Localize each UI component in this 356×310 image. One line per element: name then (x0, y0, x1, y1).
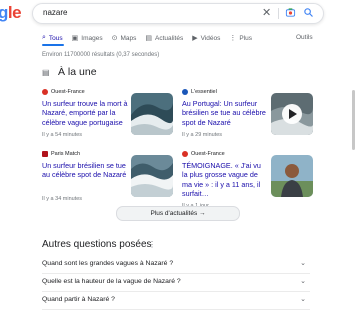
news-thumbnail[interactable] (131, 155, 173, 197)
tab-all[interactable]: ⌕ Tous (42, 32, 63, 44)
tab-more[interactable]: ⋮ Plus (229, 32, 252, 44)
top-stories-icon: ▤ (42, 68, 50, 77)
news-card[interactable]: Paris Match Un surfeur brésilien se tue … (42, 151, 128, 202)
video-thumbnail[interactable] (271, 93, 313, 135)
news-thumbnail[interactable] (131, 93, 173, 135)
tab-videos[interactable]: ▶ Vidéos (192, 32, 220, 44)
chevron-down-icon: ⌄ (300, 296, 306, 303)
tab-news[interactable]: ▤ Actualités (145, 32, 183, 44)
video-icon: ▶ (192, 35, 198, 42)
clear-icon[interactable]: ✕ (262, 6, 271, 19)
source-logo (42, 151, 48, 157)
google-logo[interactable]: gle (0, 3, 22, 23)
search-tabs: ⌕ Tous ▣ Images ⊙ Maps ▤ Actualités ▶ Vidéos … (42, 32, 261, 44)
tab-images[interactable]: ▣ Images (72, 32, 103, 44)
chevron-down-icon: ⌄ (300, 260, 306, 267)
more-options-icon[interactable]: ⋮ (148, 240, 156, 249)
search-divider (278, 8, 279, 19)
paa-question[interactable]: Quand sont les grandes vagues à Nazaré ?… (42, 255, 310, 274)
arrow-right-icon: → (199, 210, 206, 217)
news-card[interactable]: Ouest-France Un surfeur trouve la mort à… (42, 89, 128, 138)
paa-question[interactable]: Quand partir à Nazaré ? ⌄ (42, 291, 310, 310)
more-vert-icon: ⋮ (229, 35, 237, 42)
map-pin-icon: ⊙ (111, 35, 118, 42)
news-headline[interactable]: TÉMOIGNAGE. « J'ai vu la plus grosse vag… (182, 161, 268, 199)
search-icon[interactable] (303, 7, 314, 18)
tools-button[interactable]: Outils (296, 34, 313, 41)
image-icon: ▣ (71, 35, 79, 42)
paa-title: Autres questions posées (42, 239, 152, 250)
news-card[interactable]: Ouest-France TÉMOIGNAGE. « J'ai vu la pl… (182, 151, 268, 209)
source-logo (182, 89, 188, 95)
top-stories-title: À la une (58, 66, 97, 78)
news-headline[interactable]: Au Portugal: Un surfeur brésilien se tue… (182, 99, 268, 127)
news-headline[interactable]: Un surfeur trouve la mort à Nazaré, empo… (42, 99, 128, 127)
news-headline[interactable]: Un surfeur brésilien se tue au célèbre s… (42, 161, 128, 180)
news-time: Il y a 54 minutes (42, 132, 83, 139)
tab-maps[interactable]: ⊙ Maps (112, 32, 137, 44)
chevron-down-icon: ⌄ (300, 278, 306, 285)
news-icon: ▤ (145, 35, 153, 42)
source-logo (42, 89, 48, 95)
search-icon: ⌕ (42, 34, 46, 41)
active-tab-indicator (42, 44, 64, 46)
more-news-button[interactable]: Plus d'actualités → (116, 206, 240, 221)
source-logo (182, 151, 188, 157)
news-thumbnail[interactable] (271, 155, 313, 197)
paa-question[interactable]: Quelle est la hauteur de la vague de Naz… (42, 273, 310, 292)
camera-icon[interactable] (285, 7, 296, 18)
news-card[interactable]: L'essentiel Au Portugal: Un surfeur brés… (182, 89, 268, 138)
result-stats: Environ 11700000 résultats (0,37 seconde… (42, 52, 160, 58)
news-time: Il y a 34 minutes (42, 195, 83, 202)
news-time: Il y a 29 minutes (182, 132, 223, 139)
search-input[interactable]: nazare (43, 8, 67, 17)
scrollbar[interactable] (352, 90, 355, 150)
search-box[interactable]: nazare ✕ (32, 3, 324, 24)
